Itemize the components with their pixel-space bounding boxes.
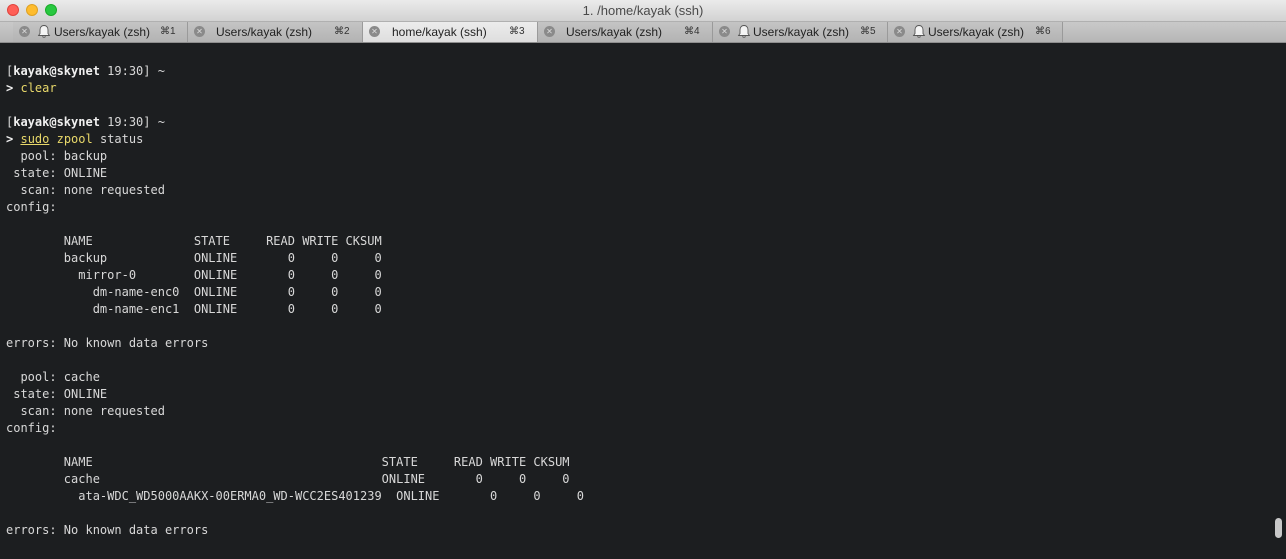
tab-4[interactable]: ✕ Users/kayak (zsh) ⌘4 — [538, 22, 713, 42]
prompt-userhost: kayak@skynet — [13, 64, 100, 78]
tab-close-icon[interactable]: ✕ — [894, 26, 905, 37]
tab-close-icon[interactable]: ✕ — [719, 26, 730, 37]
prompt-line: [kayak@skynet 19:30] ~ — [6, 114, 1272, 131]
tab-3[interactable]: ✕ home/kayak (ssh) ⌘3 — [363, 22, 538, 42]
output-line: dm-name-enc0 ONLINE 0 0 0 — [6, 285, 382, 299]
tab-label: Users/kayak (zsh) — [566, 25, 663, 39]
tab-1[interactable]: ✕ Users/kayak (zsh) ⌘1 — [13, 22, 188, 42]
tab-shortcut: ⌘6 — [1035, 26, 1051, 37]
scrollbar-thumb[interactable] — [1275, 518, 1282, 538]
tab-label: Users/kayak (zsh) — [928, 25, 1025, 39]
tab-close-icon[interactable]: ✕ — [544, 26, 555, 37]
tab-label: Users/kayak (zsh) — [54, 25, 151, 39]
bell-icon — [37, 25, 51, 38]
tab-shortcut: ⌘1 — [160, 26, 176, 37]
tab-close-icon[interactable]: ✕ — [194, 26, 205, 37]
output-line: mirror-0 ONLINE 0 0 0 — [6, 268, 382, 282]
output-line: errors: No known data errors — [6, 523, 209, 537]
output-line: pool: backup — [6, 149, 108, 163]
output-line: cache ONLINE 0 0 0 — [6, 472, 570, 486]
output-line: config: — [6, 421, 57, 435]
output-line: state: ONLINE — [6, 166, 108, 180]
output-line: scan: none requested — [6, 183, 165, 197]
tab-5[interactable]: ✕ Users/kayak (zsh) ⌘5 — [713, 22, 888, 42]
tab-close-icon[interactable]: ✕ — [369, 26, 380, 37]
output-line: dm-name-enc1 ONLINE 0 0 0 — [6, 302, 382, 316]
output-line: backup ONLINE 0 0 0 — [6, 251, 382, 265]
prompt-time-dir: 19:30] ~ — [99, 64, 165, 78]
tab-label: Users/kayak (zsh) — [216, 25, 313, 39]
command-line: > clear — [6, 80, 1272, 97]
output-line: state: ONLINE — [6, 387, 108, 401]
tab-bar: ✕ Users/kayak (zsh) ⌘1 ✕ Users/kayak (zs… — [0, 22, 1286, 43]
command-sudo: sudo — [20, 132, 50, 146]
output-line: pool: cache — [6, 370, 100, 384]
command-args: status — [99, 132, 144, 146]
scrollbar[interactable] — [1272, 43, 1286, 559]
window-title: 1. /home/kayak (ssh) — [582, 3, 704, 18]
prompt-line: [kayak@skynet 19:30] ~ — [6, 63, 1272, 80]
prompt-time-dir: 19:30] ~ — [99, 115, 165, 129]
tab-shortcut: ⌘3 — [509, 26, 525, 37]
prompt-arrow: > — [6, 81, 14, 95]
output-line: scan: none requested — [6, 404, 165, 418]
command-line: > sudo zpool status — [6, 131, 1272, 148]
tab-shortcut: ⌘2 — [334, 26, 350, 37]
tab-shortcut: ⌘5 — [860, 26, 876, 37]
tab-close-icon[interactable]: ✕ — [19, 26, 30, 37]
title-bar: 1. /home/kayak (ssh) — [0, 0, 1286, 22]
tab-label: Users/kayak (zsh) — [753, 25, 850, 39]
prompt-userhost: kayak@skynet — [13, 115, 100, 129]
output-line: NAME STATE READ WRITE CKSUM — [6, 234, 382, 248]
output-line: NAME STATE READ WRITE CKSUM — [6, 455, 570, 469]
terminal-output[interactable]: [kayak@skynet 19:30] ~ > clear [kayak@sk… — [0, 43, 1272, 559]
tab-label: home/kayak (ssh) — [392, 25, 487, 39]
output-line: errors: No known data errors — [6, 336, 209, 350]
tab-2[interactable]: ✕ Users/kayak (zsh) ⌘2 — [188, 22, 363, 42]
command-program: zpool — [56, 132, 93, 146]
prompt-arrow: > — [6, 132, 14, 146]
command-text: clear — [20, 81, 57, 95]
tab-shortcut: ⌘4 — [684, 26, 700, 37]
tab-6[interactable]: ✕ Users/kayak (zsh) ⌘6 — [888, 22, 1063, 42]
bell-icon — [737, 25, 751, 38]
terminal-window: 1. /home/kayak (ssh) ✕ Users/kayak (zsh)… — [0, 0, 1286, 559]
output-line: ata-WDC_WD5000AAKX-00ERMA0_WD-WCC2ES4012… — [6, 489, 584, 503]
bell-icon — [912, 25, 926, 38]
output-line: config: — [6, 200, 57, 214]
